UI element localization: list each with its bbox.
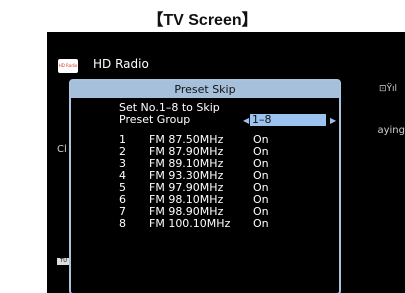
arrow-left-icon[interactable]: ◀: [243, 116, 249, 125]
dialog-title: Preset Skip: [71, 81, 339, 98]
app-title: HD Radio: [93, 57, 149, 71]
hd-radio-logo: HD Radio: [58, 59, 78, 73]
preset-number: 8: [119, 217, 126, 230]
arrow-right-icon[interactable]: ▶: [330, 116, 336, 125]
background-text-right: aying: [377, 125, 405, 136]
page-title: 【TV Screen】: [147, 12, 258, 29]
preset-status: On: [253, 217, 269, 230]
signal-icon: ⊡Ÿıl: [378, 84, 397, 94]
preset-group-selector[interactable]: 1–8: [250, 114, 326, 126]
tv-screen: HD Radio HD Radio ⊡Ÿıl Cl aying TU Prese…: [47, 32, 405, 293]
preset-frequency: FM 100.10MHz: [149, 217, 231, 230]
preset-skip-dialog: Preset Skip Set No.1–8 to Skip Preset Gr…: [69, 79, 341, 293]
background-text-left: Cl: [57, 144, 67, 155]
preset-group-label: Preset Group: [119, 113, 191, 126]
